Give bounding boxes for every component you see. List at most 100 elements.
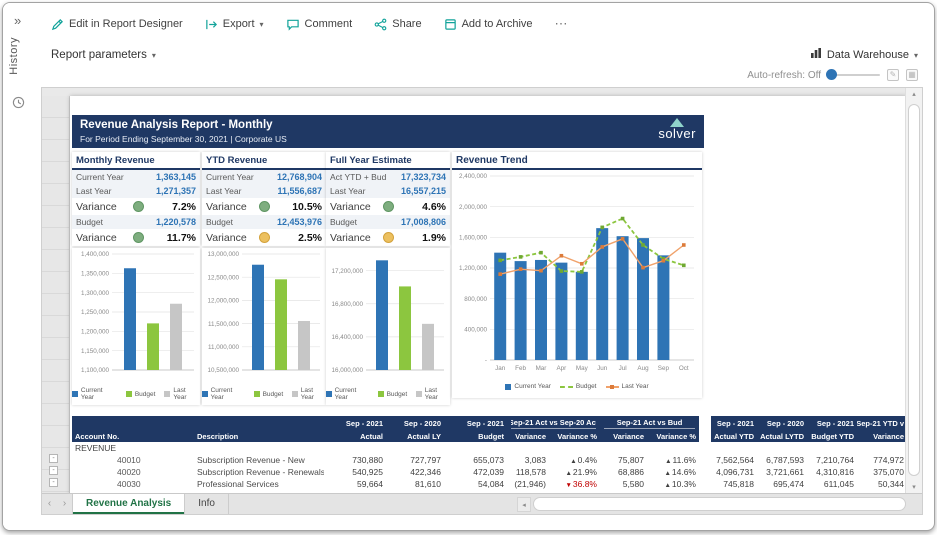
tab-prev-button[interactable]: ‹: [42, 494, 57, 514]
svg-text:1,200,000: 1,200,000: [81, 329, 110, 336]
variance-percent: 21.9%: [573, 467, 597, 477]
up-arrow-icon: ▲: [565, 470, 571, 477]
legend-label: Budget: [387, 391, 408, 398]
group-collapse-button[interactable]: -: [49, 478, 58, 487]
tab-info[interactable]: Info: [185, 494, 229, 514]
report-parameters-dropdown[interactable]: Report parameters ▾: [51, 49, 156, 61]
cell-value: 472,039: [444, 467, 507, 477]
kpi-value: 17,008,806: [401, 217, 446, 227]
table-panel-left: Sep - 2021Sep - 2020Sep - 2021Sep-21 Act…: [72, 416, 699, 490]
archive-label: Add to Archive: [462, 18, 533, 30]
edit-label: Edit in Report Designer: [69, 18, 183, 30]
table-header-top: Sep - 2021Sep - 2020Sep - 2021Sep-21 YTD…: [711, 416, 907, 429]
status-dot-green: [383, 201, 394, 212]
tab-next-button[interactable]: ›: [57, 494, 72, 514]
marker-last-year: [641, 266, 645, 270]
chart-legend: Current YearBudgetLast Year: [452, 381, 702, 394]
table-panel-right: Sep - 2021Sep - 2020Sep - 2021Sep-21 YTD…: [711, 416, 907, 490]
svg-text:-: -: [485, 357, 487, 364]
revenue-trend-panel: Revenue Trend 2,400,0002,000,0001,600,00…: [452, 152, 702, 398]
legend-label: Last Year: [622, 383, 649, 390]
cell-description: Subscription Revenue - New: [194, 455, 324, 465]
kpi-value: 12,768,904: [277, 172, 322, 182]
horizontal-scroll-thumb[interactable]: [533, 497, 906, 511]
vertical-scroll-thumb[interactable]: [908, 104, 920, 476]
cell-value: 5,580: [600, 479, 647, 489]
add-to-archive-button[interactable]: Add to Archive: [444, 18, 533, 31]
toggle-knob[interactable]: [826, 69, 837, 80]
data-warehouse-dropdown[interactable]: Data Warehouse ▾: [810, 46, 918, 64]
svg-text:1,400,000: 1,400,000: [81, 251, 110, 258]
svg-text:Sep: Sep: [658, 365, 670, 372]
group-collapse-button[interactable]: -: [49, 454, 58, 463]
more-options-button[interactable]: ⋯: [555, 16, 569, 32]
trend-bar-apr: [555, 263, 567, 360]
edit-refresh-icon[interactable]: ✎: [887, 69, 899, 81]
up-arrow-icon: ▲: [570, 458, 576, 465]
table-row[interactable]: 40010Subscription Revenue - New730,88072…: [72, 454, 699, 466]
cell-value: 118,578: [507, 467, 549, 477]
comment-button[interactable]: Comment: [286, 18, 353, 31]
bar-budget: [147, 323, 159, 370]
table-header-top: Sep - 2021Sep - 2020Sep - 2021Sep-21 Act…: [72, 416, 699, 429]
up-arrow-icon: ▲: [665, 458, 671, 465]
comment-icon: [286, 18, 300, 31]
column-group-header: Sep-21 YTD v: [857, 416, 907, 429]
cell-value: 81,610: [386, 479, 444, 489]
cell-value: 727,797: [386, 455, 444, 465]
legend-swatch: [326, 391, 332, 397]
kpi-row-variance: Variance10.5%: [202, 198, 326, 215]
vertical-scrollbar[interactable]: ▴ ▾: [905, 88, 922, 495]
auto-refresh-label: Auto-refresh: Off: [747, 70, 821, 81]
svg-text:Apr: Apr: [556, 365, 566, 372]
export-button[interactable]: Export ▾: [205, 18, 264, 31]
column-header-actual-ytd: Actual YTD: [711, 429, 757, 442]
kpi-value: 1,363,145: [156, 172, 196, 182]
column-header-actual-lytd: Actual LYTD: [757, 429, 807, 442]
tab-revenue-analysis[interactable]: Revenue Analysis: [72, 494, 185, 514]
table-row[interactable]: 40020Subscription Revenue - Renewals540,…: [72, 466, 699, 478]
cell-account: 40010: [72, 455, 194, 465]
svg-text:Mar: Mar: [536, 365, 547, 372]
cell-value: 655,073: [444, 455, 507, 465]
legend-label: Current Year: [514, 383, 551, 390]
chevron-down-icon: ▾: [260, 20, 264, 29]
expand-panel-button[interactable]: »: [14, 13, 21, 28]
kpi-row-variance: Variance11.7%: [72, 229, 200, 246]
trend-bar-jan: [494, 253, 506, 360]
scroll-left-button[interactable]: ◂: [517, 497, 531, 512]
cell-account: 40030: [72, 479, 194, 489]
legend-item-budget: Budget: [126, 391, 156, 398]
table-row[interactable]: 7,562,5646,787,5937,210,764774,972: [711, 454, 907, 466]
legend-item-budget: Budget: [378, 391, 408, 398]
column-header-variance: Variance: [857, 429, 907, 442]
legend-label: Current Year: [81, 387, 117, 401]
table-row[interactable]: 40030Professional Services59,66481,61054…: [72, 478, 699, 490]
history-panel-label[interactable]: History: [8, 37, 20, 75]
kpi-label: Last Year: [76, 186, 156, 196]
scroll-up-button[interactable]: ▴: [906, 88, 922, 102]
table-section-revenue: REVENUE: [72, 442, 699, 454]
kpi-row-last-year: Last Year11,556,687: [202, 184, 326, 198]
legend-item-current-year: Current Year: [202, 387, 245, 401]
table-row[interactable]: 745,818695,474611,04550,344: [711, 478, 907, 490]
marker-last-year: [682, 243, 686, 247]
toolbar: Edit in Report Designer Export ▾ Comment: [51, 13, 569, 35]
marker-budget: [580, 270, 584, 274]
auto-refresh-toggle[interactable]: [828, 74, 880, 76]
edit-in-report-designer-button[interactable]: Edit in Report Designer: [51, 18, 183, 31]
table-row[interactable]: 4,096,7313,721,6614,310,816375,070: [711, 466, 907, 478]
up-arrow-icon: ▲: [664, 470, 670, 477]
bar-budget: [275, 279, 287, 370]
legend-swatch: [164, 391, 170, 397]
kpi-value: 1,220,578: [156, 217, 196, 227]
share-button[interactable]: Share: [374, 18, 421, 31]
export-icon: [205, 18, 218, 31]
kpi-value: 17,323,734: [401, 172, 446, 182]
kpi-value: 1,271,357: [156, 186, 196, 196]
marker-budget: [621, 217, 625, 221]
group-collapse-button[interactable]: -: [49, 466, 58, 475]
legend-swatch: [505, 384, 511, 390]
history-icon[interactable]: [12, 96, 25, 114]
grid-refresh-icon[interactable]: ▦: [906, 69, 918, 81]
